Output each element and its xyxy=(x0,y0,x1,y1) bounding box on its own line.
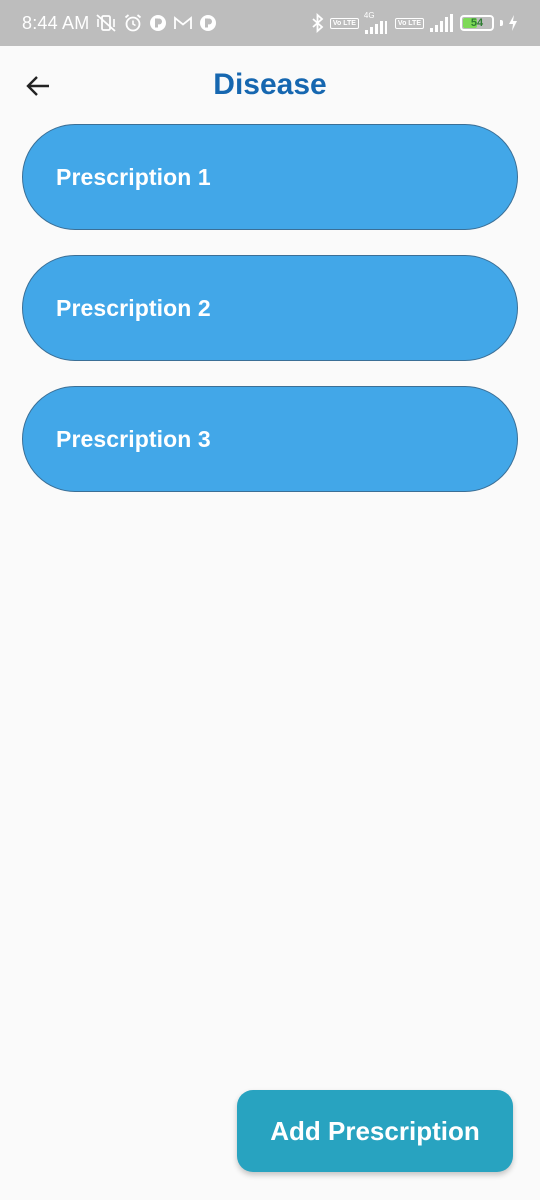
app-notification-icon xyxy=(199,14,217,32)
battery-level: 54 xyxy=(470,16,484,29)
status-left: 8:44 AM xyxy=(22,13,217,34)
status-right: Vo LTE 4G Vo LTE 54 xyxy=(311,12,518,34)
app-notification-icon xyxy=(149,14,167,32)
status-bar: 8:44 AM Vo LTE 4G Vo LTE 54 xyxy=(0,0,540,46)
prescription-label: Prescription 2 xyxy=(56,294,211,321)
prescription-list: Prescription 1 Prescription 2 Prescripti… xyxy=(22,124,518,517)
volte-badge: Vo LTE xyxy=(329,17,359,29)
signal-icon xyxy=(429,14,455,32)
alarm-icon xyxy=(123,13,143,33)
network-type-label: 4G xyxy=(363,11,375,20)
battery-tip xyxy=(500,20,503,26)
prescription-label: Prescription 1 xyxy=(56,163,211,190)
bluetooth-icon xyxy=(311,13,325,33)
prescription-card-1[interactable]: Prescription 1 xyxy=(22,124,518,230)
screen: 8:44 AM Vo LTE 4G Vo LTE 54 Disease Pres… xyxy=(0,0,540,1200)
vibrate-off-icon xyxy=(95,13,117,33)
battery-icon: 54 xyxy=(460,15,494,31)
prescription-label: Prescription 3 xyxy=(56,425,211,452)
add-prescription-button[interactable]: Add Prescription xyxy=(237,1090,513,1172)
prescription-card-3[interactable]: Prescription 3 xyxy=(22,386,518,492)
page-title: Disease xyxy=(213,68,327,101)
gmail-icon xyxy=(173,15,193,31)
volte-badge: Vo LTE xyxy=(394,17,424,29)
status-time: 8:44 AM xyxy=(22,12,90,33)
app-bar: Disease xyxy=(0,46,540,124)
prescription-card-2[interactable]: Prescription 2 xyxy=(22,255,518,361)
signal-icon: 4G xyxy=(364,12,390,34)
charging-icon xyxy=(508,15,518,31)
